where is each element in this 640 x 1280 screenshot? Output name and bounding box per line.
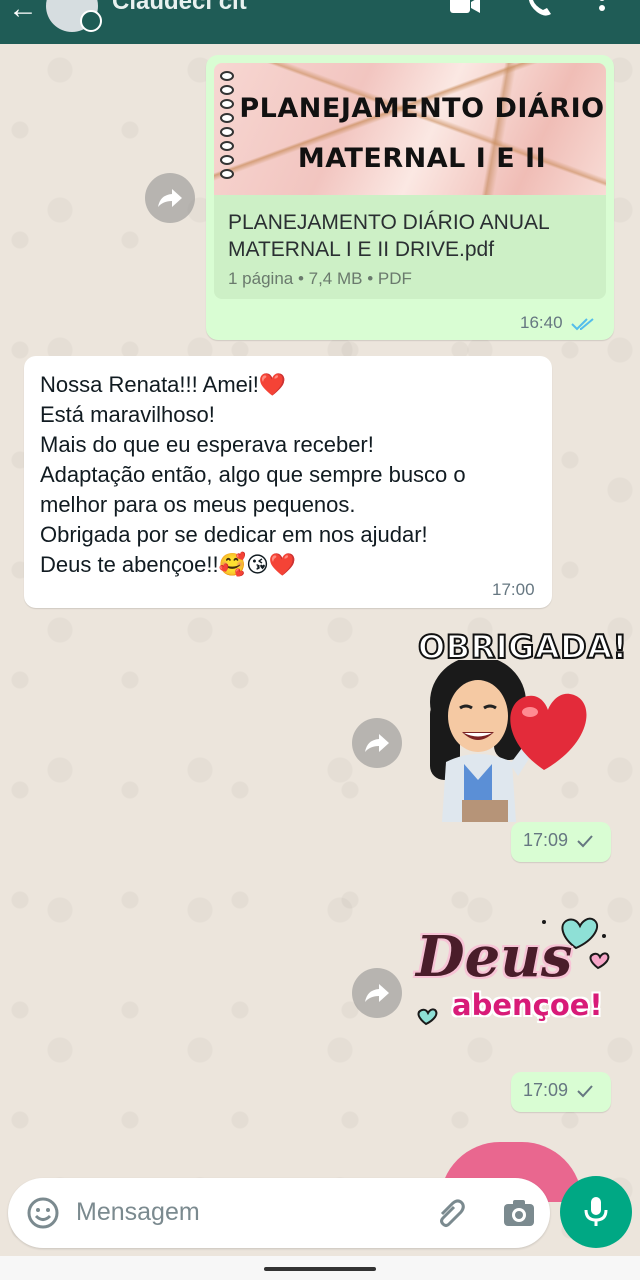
pdf-file-name-2: MATERNAL I E II DRIVE.pdf [228, 238, 495, 261]
notebook-spiral [220, 71, 236, 193]
check-icon [577, 835, 593, 848]
camera-icon[interactable] [502, 1196, 536, 1230]
contact-name[interactable]: Claudeci cit [112, 0, 247, 16]
pdf-message[interactable]: PLANEJAMENTO DIÁRIO MATERNAL I E II PLAN… [206, 55, 614, 340]
message-line: Está maravilhoso! [40, 402, 215, 427]
incoming-message[interactable]: Nossa Renata!!! Amei!❤️ Está maravilhoso… [24, 356, 552, 608]
message-line: Nossa Renata!!! Amei!❤️ [40, 372, 287, 397]
back-arrow-icon[interactable]: ← [8, 0, 38, 24]
forward-icon [365, 984, 389, 1002]
pdf-thumbnail[interactable]: PLANEJAMENTO DIÁRIO MATERNAL I E II [214, 63, 606, 195]
sticker-obrigada[interactable] [420, 660, 600, 822]
time-text: 17:09 [523, 1080, 569, 1100]
message-line: Obrigada por se dedicar em nos ajudar! [40, 522, 428, 547]
video-call-icon[interactable] [450, 0, 480, 16]
sticker-deus-abencoe[interactable]: Deus abençoe! [414, 912, 614, 1034]
sticker-time: 17:09 [511, 822, 611, 862]
message-time: 17:00 [492, 580, 535, 599]
pdf-thumb-title-1: PLANEJAMENTO DIÁRIO [239, 93, 605, 124]
message-input-bar: Mensagem [8, 1178, 550, 1248]
pdf-thumb-title-2: MATERNAL I E II [297, 143, 547, 174]
pdf-file-meta: 1 página • 7,4 MB • PDF [228, 269, 412, 288]
attach-icon[interactable] [434, 1196, 468, 1230]
forward-icon [365, 734, 389, 752]
pdf-file-info[interactable]: PLANEJAMENTO DIÁRIO ANUAL MATERNAL I E I… [214, 195, 606, 299]
sticker-abencoe-text: abençoe! [452, 988, 603, 1022]
voice-call-icon[interactable] [525, 0, 555, 16]
pdf-file-name-1: PLANEJAMENTO DIÁRIO ANUAL [228, 211, 550, 234]
more-menu-icon[interactable] [596, 0, 608, 16]
marble-background [214, 63, 606, 195]
microphone-icon [584, 1197, 608, 1226]
system-navigation-bar [0, 1256, 640, 1280]
double-check-read-icon [571, 317, 594, 330]
message-line: Adaptação então, algo que sempre busco o [40, 462, 466, 487]
forward-button[interactable] [352, 968, 402, 1018]
message-line: Mais do que eu esperava receber! [40, 432, 374, 457]
chat-header: ← Claudeci cit [0, 0, 640, 44]
time-text: 17:09 [523, 830, 569, 850]
status-icon [80, 10, 102, 32]
message-input[interactable]: Mensagem [76, 1198, 200, 1227]
sticker-time: 17:09 [511, 1072, 611, 1112]
forward-button[interactable] [145, 173, 195, 223]
emoji-icon[interactable] [26, 1196, 60, 1230]
home-handle[interactable] [264, 1267, 376, 1271]
check-icon [577, 1085, 593, 1098]
mic-button[interactable] [560, 1176, 632, 1248]
sticker-deus-text: Deus [416, 924, 573, 990]
message-line: Deus te abençoe!!🥰😘❤️ [40, 552, 297, 577]
forward-icon [158, 189, 182, 207]
time-text: 16:40 [520, 313, 563, 332]
forward-button[interactable] [352, 718, 402, 768]
message-line: melhor para os meus pequenos. [40, 492, 356, 517]
message-time: 16:40 [520, 313, 597, 333]
